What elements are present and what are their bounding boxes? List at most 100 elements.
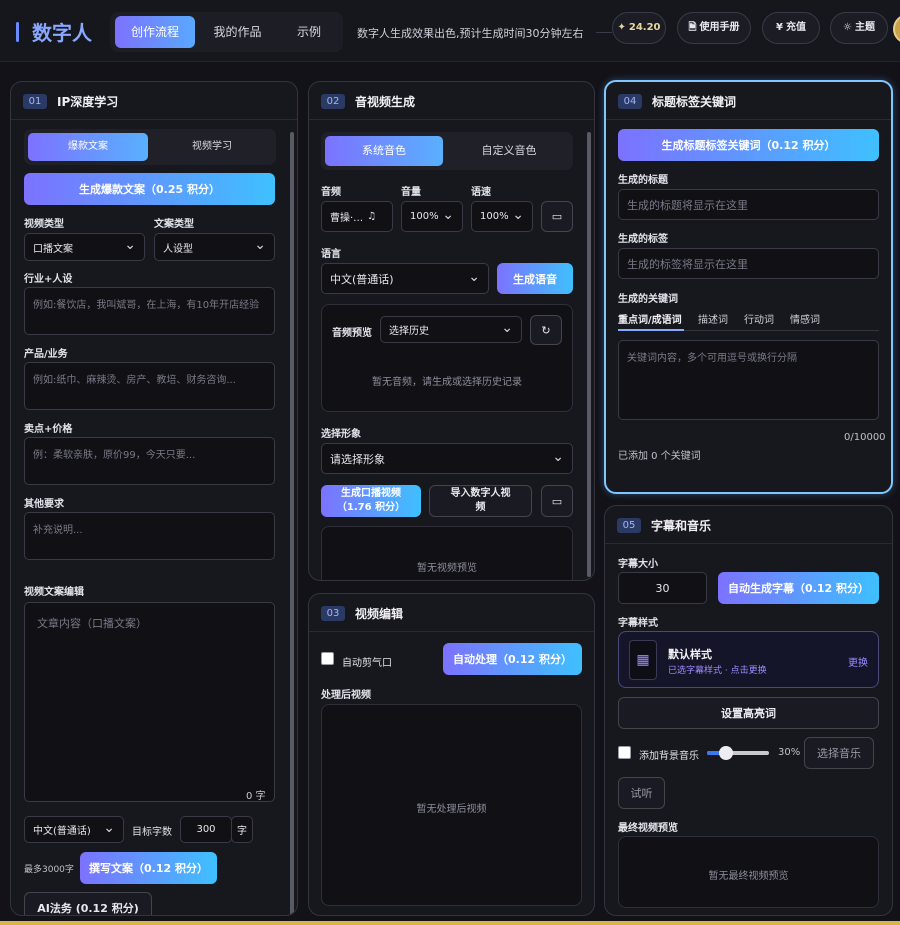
- max-note: 最多3000字: [24, 865, 74, 875]
- auto-cut-checkbox[interactable]: [321, 652, 334, 665]
- auto-process-button[interactable]: 自动处理（0.12 积分）: [443, 643, 582, 675]
- kw-tab-action[interactable]: 行动词: [744, 311, 774, 326]
- refresh-button[interactable]: ↻: [530, 315, 562, 345]
- auto-subtitle-button[interactable]: 自动生成字幕（0.12 积分）: [718, 572, 879, 604]
- kw-tab-key[interactable]: 重点词/成语词: [618, 311, 682, 326]
- brand-accent: [16, 22, 19, 42]
- import-video-button[interactable]: 导入数字人视 频: [429, 485, 532, 517]
- tab-system-voice[interactable]: 系统音色: [325, 136, 443, 166]
- slogan-text: 数字人生成效果出色,预计生成时间30分钟左右: [357, 27, 584, 40]
- folder-icon: ▭: [551, 210, 563, 223]
- bottom-strip: [0, 921, 900, 925]
- kw-tab-emotion[interactable]: 情感词: [790, 311, 820, 326]
- other-input[interactable]: 补充说明...: [24, 512, 275, 560]
- panel-subtitle-music: 05 字幕和音乐 字幕大小 30 自动生成字幕（0.12 积分） 字幕样式 ▦ …: [604, 505, 893, 916]
- theme-button[interactable]: ☼ 主题: [830, 12, 888, 44]
- video-preview-box: 暂无视频预览: [321, 526, 573, 580]
- tab-workflow[interactable]: 创作流程: [115, 16, 195, 48]
- keyword-input[interactable]: 关键词内容，多个可用逗号或换行分隔: [618, 340, 879, 420]
- auto-cut-label: 自动剪气口: [342, 658, 392, 669]
- panel-header: 03 视频编辑: [309, 594, 594, 632]
- main-nav-tabs: 创作流程 我的作品 示例: [110, 12, 343, 52]
- avatar-label: 选择形象: [321, 429, 361, 440]
- no-processed-text: 暂无处理后视频: [416, 804, 487, 815]
- target-count-input[interactable]: 300: [180, 816, 232, 843]
- history-select[interactable]: 选择历史: [380, 316, 522, 343]
- panel-ip-learning: 01 IP深度学习 爆款文案 视频学习 生成爆款文案（0.25 积分） 视频类型…: [10, 81, 298, 916]
- subtitle-style-label: 字幕样式: [618, 618, 658, 629]
- panel-title: 字幕和音乐: [651, 519, 712, 533]
- tab-examples[interactable]: 示例: [280, 16, 338, 48]
- ai-legal-button[interactable]: AI法务 (0.12 积分): [24, 892, 152, 915]
- language-label: 语言: [321, 249, 341, 260]
- bgm-checkbox[interactable]: [618, 746, 631, 759]
- credits-badge[interactable]: ✦ 24.20: [612, 12, 666, 44]
- write-copy-button[interactable]: 撰写文案（0.12 积分）: [80, 852, 217, 884]
- keyword-added: 已添加 0 个关键词: [618, 451, 701, 462]
- music-note-icon: ♫: [367, 211, 377, 222]
- speed-select[interactable]: 100%: [471, 201, 533, 232]
- title-output[interactable]: 生成的标题将显示在这里: [618, 189, 879, 220]
- copy-editor[interactable]: 文章内容（口播文案）: [24, 602, 275, 802]
- style-sub: 已选字幕样式 · 点击更换: [668, 666, 767, 676]
- industry-input[interactable]: 例如:餐饮店，我叫斌哥，在上海，有10年开店经验: [24, 287, 275, 335]
- product-input[interactable]: 例如:纸巾、麻辣烫、房产、教培、财务咨询...: [24, 362, 275, 410]
- brand-title: 数字人: [32, 21, 92, 45]
- library-button[interactable]: ▭: [541, 201, 573, 232]
- choose-music-button[interactable]: 选择音乐: [804, 737, 874, 769]
- audio-label: 音频: [321, 187, 341, 198]
- video-type-select[interactable]: 口播文案: [24, 233, 145, 261]
- industry-label: 行业+人设: [24, 274, 73, 285]
- bgm-volume-text: 30%: [778, 747, 801, 758]
- audio-preview-label: 音频预览: [332, 328, 372, 339]
- copy-type-select[interactable]: 人设型: [154, 233, 275, 261]
- generate-title-tags-button[interactable]: 生成标题标签关键词（0.12 积分）: [618, 129, 879, 161]
- scrollbar[interactable]: [587, 132, 591, 577]
- panel-header: 04 标题标签关键词: [606, 82, 891, 120]
- tab-hot-copy[interactable]: 爆款文案: [28, 133, 148, 161]
- video-type-label: 视频类型: [24, 219, 64, 230]
- subtitle-style-card[interactable]: ▦ 默认样式 已选字幕样式 · 点击更换 更换: [618, 631, 879, 688]
- recharge-button[interactable]: ¥ 充值: [762, 12, 820, 44]
- generate-voice-button[interactable]: 生成语音: [497, 263, 573, 294]
- change-style-link[interactable]: 更换: [848, 654, 868, 669]
- mode-switch: 爆款文案 视频学习: [24, 129, 276, 165]
- tab-video-learning[interactable]: 视频学习: [152, 133, 272, 161]
- subtitle-size-input[interactable]: 30: [618, 572, 707, 604]
- generate-video-button[interactable]: 生成口播视频 （1.76 积分）: [321, 485, 421, 517]
- bgm-volume-track[interactable]: [707, 746, 769, 760]
- style-name: 默认样式: [668, 648, 712, 661]
- tab-custom-voice[interactable]: 自定义音色: [449, 136, 569, 166]
- generate-hot-copy-button[interactable]: 生成爆款文案（0.25 积分）: [24, 173, 275, 205]
- highlight-words-button[interactable]: 设置高亮词: [618, 697, 879, 729]
- audio-select[interactable]: 曹操·… ♫: [321, 201, 393, 232]
- editor-label: 视频文案编辑: [24, 587, 84, 598]
- manual-button[interactable]: 🗎 使用手册: [677, 12, 751, 44]
- film-icon: ▦: [629, 640, 657, 680]
- folder-icon: ▭: [551, 494, 563, 508]
- tab-my-works[interactable]: 我的作品: [200, 16, 275, 48]
- tag-output[interactable]: 生成的标签将显示在这里: [618, 248, 879, 279]
- language-select[interactable]: 中文(普通话): [24, 816, 124, 843]
- voice-mode-switch: 系统音色 自定义音色: [321, 132, 573, 170]
- panel-title-tags: 04 标题标签关键词 生成标题标签关键词（0.12 积分） 生成的标题 生成的标…: [604, 80, 893, 494]
- bgm-label: 添加背景音乐: [639, 751, 699, 762]
- scrollbar[interactable]: [290, 132, 294, 915]
- processed-label: 处理后视频: [321, 690, 371, 701]
- selling-input[interactable]: 例：柔软亲肤，原价99，今天只要...: [24, 437, 275, 485]
- user-avatar[interactable]: [893, 14, 900, 44]
- step-number: 05: [617, 518, 641, 533]
- no-video-text: 暂无视频预览: [417, 563, 477, 574]
- panel-header: 02 音视频生成: [309, 82, 594, 120]
- yen-icon: ¥: [776, 22, 783, 33]
- listen-button[interactable]: 试听: [618, 777, 665, 809]
- unit-label: 字: [231, 816, 253, 843]
- volume-select[interactable]: 100%: [401, 201, 463, 232]
- divider: [596, 32, 612, 33]
- kw-tab-desc[interactable]: 描述词: [698, 311, 728, 326]
- language-select[interactable]: 中文(普通话): [321, 263, 489, 294]
- bgm-volume-knob[interactable]: [718, 746, 733, 760]
- tag-label: 生成的标签: [618, 234, 668, 245]
- video-library-button[interactable]: ▭: [541, 485, 573, 517]
- avatar-select[interactable]: 请选择形象: [321, 443, 573, 474]
